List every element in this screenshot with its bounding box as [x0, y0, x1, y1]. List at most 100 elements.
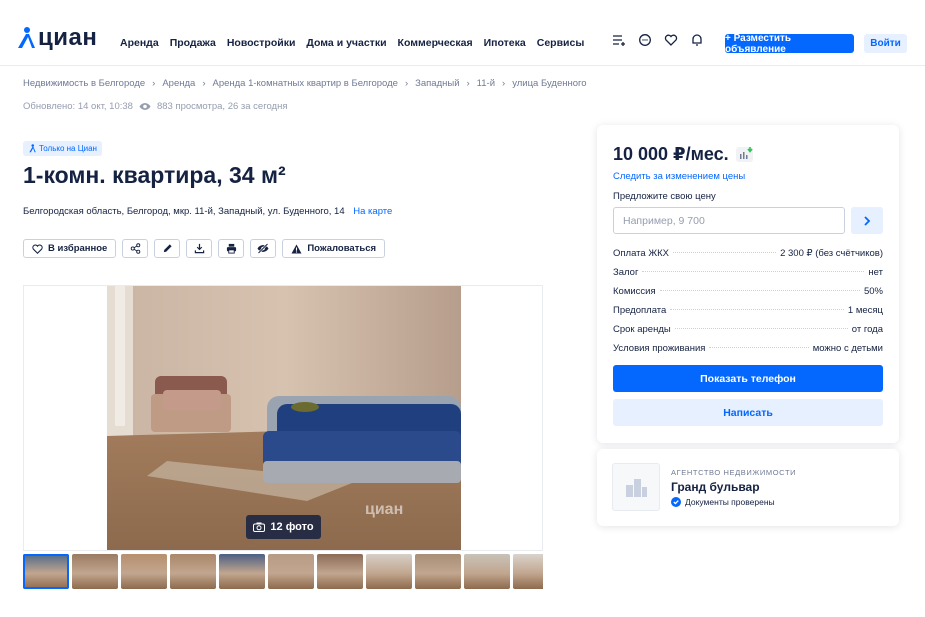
nav-item-rent[interactable]: Аренда [120, 37, 159, 49]
photo-thumbnail[interactable] [121, 554, 167, 589]
breadcrumb-item[interactable]: Аренда [162, 78, 195, 89]
terms-label: Срок аренды [613, 324, 671, 335]
camera-icon [253, 522, 266, 532]
nav-item-mortgage[interactable]: Ипотека [484, 37, 526, 49]
breadcrumb-item[interactable]: Недвижимость в Белгороде [23, 78, 145, 89]
price-history-button[interactable] [736, 146, 753, 162]
dotted-leader [642, 271, 865, 272]
views-count: 883 просмотра, 26 за сегодня [156, 101, 288, 112]
share-button[interactable] [122, 239, 149, 258]
chevron-right-icon [864, 215, 871, 226]
terms-row: Условия проживания можно с детьми [613, 343, 883, 362]
terms-label: Условия проживания [613, 343, 706, 354]
photo-thumbnail[interactable] [72, 554, 118, 589]
printer-icon [226, 243, 236, 254]
hide-button[interactable] [250, 239, 277, 258]
post-listing-button[interactable]: + Разместить объявление [725, 33, 854, 55]
verified-check-icon [671, 497, 681, 507]
badge-label: Только на Циан [39, 144, 97, 153]
only-on-cian-badge: Только на Циан [23, 141, 102, 156]
download-button[interactable] [186, 239, 213, 258]
eye-off-icon [257, 243, 269, 254]
cian-logo-icon [18, 27, 35, 48]
favorite-label: В избранное [48, 243, 108, 254]
documents-verified: Документы проверены [671, 497, 775, 507]
terms-label: Комиссия [613, 286, 656, 297]
terms-value: от года [851, 324, 883, 335]
complain-label: Пожаловаться [307, 243, 377, 254]
login-button[interactable]: Войти [864, 34, 907, 53]
photo-count-button[interactable]: 12 фото [246, 515, 321, 539]
heart-icon [32, 244, 43, 254]
nav-item-houses[interactable]: Дома и участки [306, 37, 386, 49]
photo-watermark: циан [365, 501, 403, 518]
terms-row: Залог нет [613, 267, 883, 286]
site-header: циан Аренда Продажа Новостройки Дома и у… [0, 0, 925, 66]
compare-list-icon[interactable] [612, 33, 626, 47]
page-title: 1-комн. квартира, 34 м² [23, 162, 286, 188]
photo-thumbnail[interactable] [219, 554, 265, 589]
chevron-right-icon: › [152, 78, 156, 89]
listing-actions: В избранное Пожаловаться [23, 239, 386, 258]
listing-meta: Обновлено: 14 окт, 10:38 883 просмотра, … [23, 101, 287, 112]
terms-value: можно с детьми [812, 343, 883, 354]
favorite-button[interactable]: В избранное [23, 239, 117, 258]
photo-thumbnail[interactable] [366, 554, 412, 589]
nav-item-sale[interactable]: Продажа [170, 37, 216, 49]
breadcrumb-item[interactable]: Аренда 1-комнатных квартир в Белгороде [212, 78, 397, 89]
eye-icon [139, 103, 151, 110]
nav-item-new-buildings[interactable]: Новостройки [227, 37, 296, 49]
verified-label: Документы проверены [685, 497, 775, 507]
photo-thumbnail[interactable] [317, 554, 363, 589]
offer-label: Предложите свою цену [613, 191, 716, 202]
dotted-leader [709, 347, 809, 348]
dotted-leader [674, 328, 848, 329]
terms-row: Оплата ЖКХ 2 300 ₽ (без счётчиков) [613, 248, 883, 267]
agency-type: АГЕНТСТВО НЕДВИЖИМОСТИ [671, 468, 797, 477]
breadcrumb: Недвижимость в Белгороде › Аренда › Аренда… [23, 78, 587, 89]
listing-address: Белгородская область, Белгород, мкр. 11-… [23, 206, 392, 217]
terms-value: 1 месяц [847, 305, 883, 316]
photo-thumbnail[interactable] [513, 554, 543, 589]
agency-card[interactable]: АГЕНТСТВО НЕДВИЖИМОСТИ Гранд бульвар Док… [597, 449, 899, 526]
map-link[interactable]: На карте [353, 206, 392, 217]
print-button[interactable] [218, 239, 245, 258]
photo-thumbnail[interactable] [464, 554, 510, 589]
cian-logo[interactable]: циан [15, 26, 97, 50]
terms-label: Залог [613, 267, 639, 278]
photo-thumbnail[interactable] [268, 554, 314, 589]
write-message-button[interactable]: Написать [613, 399, 883, 426]
agency-name[interactable]: Гранд бульвар [671, 480, 760, 494]
photo-thumbnail[interactable] [170, 554, 216, 589]
terms-label: Оплата ЖКХ [613, 248, 669, 259]
building-icon [626, 479, 647, 497]
main-photo[interactable]: циан [107, 286, 461, 550]
heart-icon[interactable] [664, 33, 678, 47]
agency-avatar[interactable] [612, 463, 660, 511]
photo-thumbnail[interactable] [415, 554, 461, 589]
breadcrumb-item[interactable]: улица Буденного [512, 78, 586, 89]
breadcrumb-item[interactable]: Западный [415, 78, 459, 89]
terms-value: 2 300 ₽ (без счётчиков) [780, 248, 883, 259]
submit-offer-button[interactable] [851, 207, 883, 234]
breadcrumb-item[interactable]: 11-й [477, 78, 495, 89]
nav-item-services[interactable]: Сервисы [537, 37, 585, 49]
edit-note-button[interactable] [154, 239, 181, 258]
terms-row: Комиссия 50% [613, 286, 883, 305]
nav-item-commercial[interactable]: Коммерческая [398, 37, 473, 49]
thumbnail-strip [23, 554, 543, 590]
chevron-right-icon: › [404, 78, 409, 89]
bell-icon[interactable] [690, 33, 704, 47]
offer-price-input[interactable]: Например, 9 700 [613, 207, 845, 234]
share-icon [130, 243, 141, 254]
chat-icon[interactable] [638, 33, 652, 47]
terms-row: Предоплата 1 месяц [613, 305, 883, 324]
photo-count-label: 12 фото [270, 521, 314, 533]
terms-value: нет [868, 267, 883, 278]
complain-button[interactable]: Пожаловаться [282, 239, 386, 258]
follow-price-link[interactable]: Следить за изменением цены [613, 171, 745, 182]
show-phone-button[interactable]: Показать телефон [613, 365, 883, 392]
warning-icon [291, 243, 302, 254]
photo-gallery[interactable]: циан [23, 285, 543, 551]
photo-thumbnail[interactable] [23, 554, 69, 589]
